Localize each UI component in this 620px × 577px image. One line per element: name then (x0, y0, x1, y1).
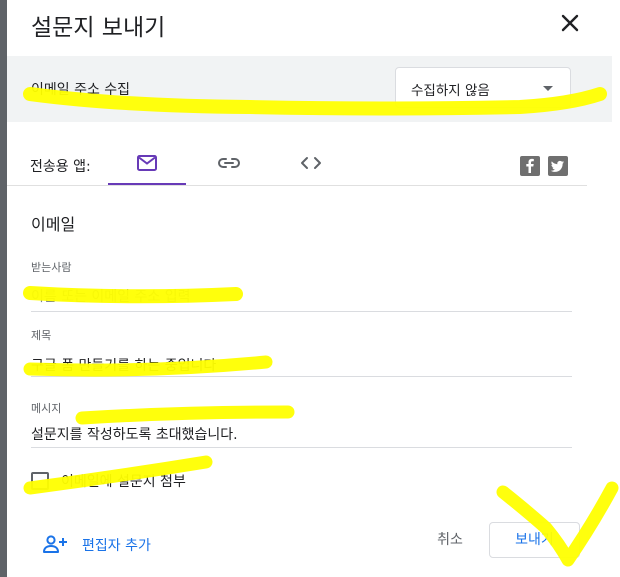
collect-email-row: 이메일 주소 수집 수집하지 않음 (7, 56, 612, 122)
chevron-down-icon (543, 86, 553, 91)
message-field-label: 메시지 (31, 402, 62, 415)
tab-link[interactable] (190, 142, 268, 186)
facebook-share-button[interactable] (520, 156, 540, 176)
subject-input[interactable]: 구글 폼 만들기를 하는 중입니다 (31, 355, 216, 375)
to-field-label: 받는사람 (31, 261, 72, 274)
facebook-icon (526, 158, 534, 173)
dialog-title: 설문지 보내기 (31, 15, 166, 41)
collect-email-label: 이메일 주소 수집 (31, 82, 131, 98)
message-input-underline (31, 447, 572, 448)
backdrop-strip (612, 0, 620, 577)
subject-input-underline (31, 376, 572, 377)
close-icon (561, 14, 579, 32)
add-person-icon (43, 535, 67, 553)
close-button[interactable] (555, 8, 585, 38)
link-icon (218, 158, 240, 168)
email-icon (137, 155, 157, 171)
attach-form-label: 이메일에 설문지 첨부 (61, 474, 186, 490)
embed-code-icon (301, 157, 321, 169)
to-input-underline (31, 311, 572, 312)
twitter-icon (550, 160, 564, 172)
collect-email-dropdown[interactable]: 수집하지 않음 (395, 67, 571, 108)
add-editor-label: 편집자 추가 (82, 538, 151, 554)
send-via-label: 전송용 앱: (30, 159, 91, 175)
send-button[interactable]: 보내기 (489, 522, 580, 558)
message-input[interactable]: 설문지를 작성하도록 초대했습니다. (31, 424, 238, 444)
tabs-divider (7, 185, 587, 186)
tab-email[interactable] (108, 142, 186, 186)
collect-email-selected: 수집하지 않음 (411, 83, 490, 99)
cancel-button[interactable]: 취소 (425, 528, 475, 552)
twitter-share-button[interactable] (548, 156, 568, 176)
subject-field-label: 제목 (31, 329, 52, 342)
send-form-dialog: 설문지 보내기 이메일 주소 수집 수집하지 않음 전송용 앱: 이메일 받는사… (7, 0, 612, 577)
email-section-title: 이메일 (31, 215, 76, 234)
attach-form-checkbox[interactable] (31, 472, 49, 490)
tab-embed[interactable] (272, 142, 350, 186)
to-input[interactable]: 이름 또는 이메일 주소 입력 (31, 286, 190, 306)
